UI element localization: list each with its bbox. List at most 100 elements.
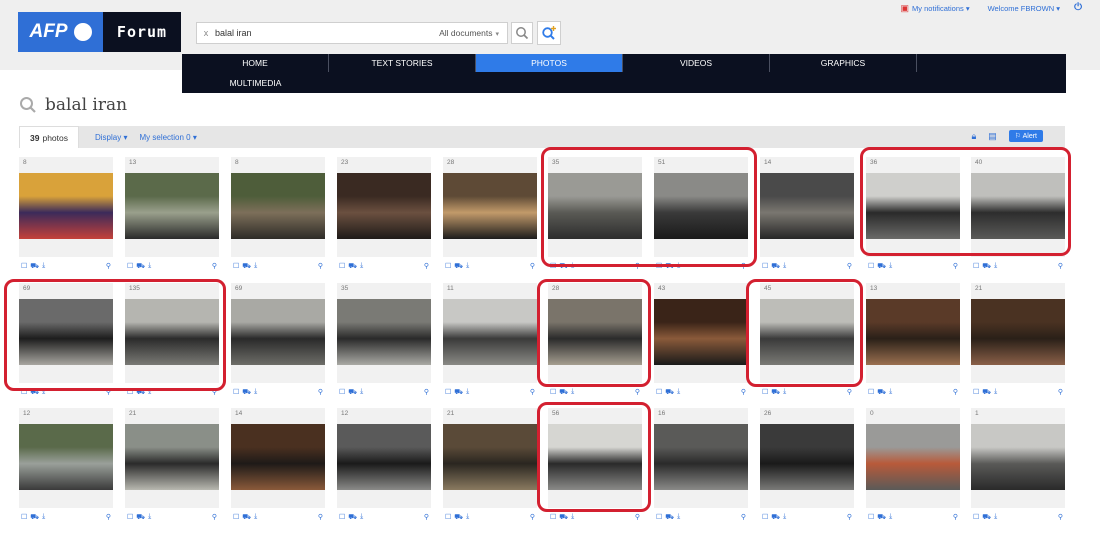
- select-checkbox-icon[interactable]: ☐: [233, 513, 239, 521]
- cart-icon[interactable]: ⛟: [136, 262, 145, 271]
- afp-forum-logo[interactable]: AFP Forum: [18, 12, 181, 52]
- photo-card[interactable]: 8 ☐ ⛟ ⤓ ⚲: [231, 157, 325, 273]
- similar-search-icon[interactable]: ⚲: [1058, 513, 1063, 521]
- search-button[interactable]: [511, 22, 533, 44]
- similar-search-icon[interactable]: ⚲: [212, 513, 217, 521]
- alert-button[interactable]: ⚐ Alert: [1008, 130, 1043, 142]
- nav-home[interactable]: HOME: [182, 54, 329, 72]
- cart-icon[interactable]: ⛟: [982, 513, 991, 522]
- photo-card[interactable]: 36 ☐ ⛟ ⤓ ⚲: [866, 157, 960, 273]
- photo-thumbnail[interactable]: [971, 173, 1065, 239]
- photo-thumbnail[interactable]: [866, 173, 960, 239]
- photo-card[interactable]: 35 ☐ ⛟ ⤓ ⚲: [337, 283, 431, 399]
- photo-card[interactable]: 13 ☐ ⛟ ⤓ ⚲: [125, 157, 219, 273]
- select-checkbox-icon[interactable]: ☐: [127, 262, 133, 270]
- nav-text-stories[interactable]: TEXT STORIES: [329, 54, 476, 72]
- photo-card[interactable]: 26 ☐ ⛟ ⤓ ⚲: [760, 408, 854, 524]
- select-checkbox-icon[interactable]: ☐: [445, 388, 451, 396]
- cart-icon[interactable]: ⛟: [348, 262, 357, 271]
- photo-card[interactable]: 45 ☐ ⛟ ⤓ ⚲: [760, 283, 854, 399]
- similar-search-icon[interactable]: ⚲: [530, 388, 535, 396]
- photo-thumbnail[interactable]: [337, 424, 431, 490]
- photo-card[interactable]: 12 ☐ ⛟ ⤓ ⚲: [19, 408, 113, 524]
- photo-thumbnail[interactable]: [19, 173, 113, 239]
- download-icon[interactable]: ⤓: [254, 388, 257, 396]
- download-icon[interactable]: ⤓: [994, 513, 997, 521]
- photo-card[interactable]: 21 ☐ ⛟ ⤓ ⚲: [125, 408, 219, 524]
- cart-icon[interactable]: ⛟: [665, 262, 674, 271]
- select-checkbox-icon[interactable]: ☐: [762, 388, 768, 396]
- cart-icon[interactable]: ⛟: [665, 388, 674, 397]
- cart-icon[interactable]: ⛟: [454, 262, 463, 271]
- similar-search-icon[interactable]: ⚲: [1058, 262, 1063, 270]
- cart-icon[interactable]: ⛟: [136, 513, 145, 522]
- cart-icon[interactable]: ⛟: [242, 262, 251, 271]
- select-checkbox-icon[interactable]: ☐: [762, 262, 768, 270]
- download-icon[interactable]: ⤓: [254, 262, 257, 270]
- photo-thumbnail[interactable]: [125, 424, 219, 490]
- similar-search-icon[interactable]: ⚲: [635, 262, 640, 270]
- download-icon[interactable]: ⤓: [889, 388, 892, 396]
- search-scope-select[interactable]: All documents ▾: [439, 28, 507, 38]
- cart-icon[interactable]: ⛟: [771, 513, 780, 522]
- similar-search-icon[interactable]: ⚲: [953, 513, 958, 521]
- photo-thumbnail[interactable]: [231, 299, 325, 365]
- select-checkbox-icon[interactable]: ☐: [233, 262, 239, 270]
- photo-thumbnail[interactable]: [866, 424, 960, 490]
- clear-search-icon[interactable]: x: [200, 28, 212, 38]
- photo-card[interactable]: 14 ☐ ⛟ ⤓ ⚲: [231, 408, 325, 524]
- photo-card[interactable]: 35 ☐ ⛟ ⤓ ⚲: [548, 157, 642, 273]
- download-icon[interactable]: ⤓: [148, 388, 151, 396]
- similar-search-icon[interactable]: ⚲: [847, 262, 852, 270]
- select-checkbox-icon[interactable]: ☐: [973, 513, 979, 521]
- photo-card[interactable]: 69 ☐ ⛟ ⤓ ⚲: [19, 283, 113, 399]
- photo-thumbnail[interactable]: [760, 424, 854, 490]
- nav-photos[interactable]: PHOTOS: [476, 54, 623, 72]
- select-checkbox-icon[interactable]: ☐: [656, 262, 662, 270]
- photo-card[interactable]: 21 ☐ ⛟ ⤓ ⚲: [971, 283, 1065, 399]
- photo-thumbnail[interactable]: [760, 173, 854, 239]
- cart-icon[interactable]: ⛟: [559, 388, 568, 397]
- similar-search-icon[interactable]: ⚲: [530, 262, 535, 270]
- similar-search-icon[interactable]: ⚲: [741, 388, 746, 396]
- cart-icon[interactable]: ⛟: [771, 388, 780, 397]
- photo-thumbnail[interactable]: [548, 424, 642, 490]
- similar-search-icon[interactable]: ⚲: [953, 388, 958, 396]
- select-checkbox-icon[interactable]: ☐: [21, 262, 27, 270]
- similar-search-icon[interactable]: ⚲: [635, 388, 640, 396]
- photo-card[interactable]: 56 ☐ ⛟ ⤓ ⚲: [548, 408, 642, 524]
- similar-search-icon[interactable]: ⚲: [1058, 388, 1063, 396]
- select-checkbox-icon[interactable]: ☐: [21, 513, 27, 521]
- photo-thumbnail[interactable]: [971, 424, 1065, 490]
- photo-card[interactable]: 21 ☐ ⛟ ⤓ ⚲: [443, 408, 537, 524]
- download-icon[interactable]: ⤓: [466, 388, 469, 396]
- cart-icon[interactable]: ⛟: [348, 513, 357, 522]
- photo-thumbnail[interactable]: [443, 299, 537, 365]
- select-checkbox-icon[interactable]: ☐: [550, 388, 556, 396]
- similar-search-icon[interactable]: ⚲: [106, 388, 111, 396]
- select-checkbox-icon[interactable]: ☐: [339, 388, 345, 396]
- select-checkbox-icon[interactable]: ☐: [445, 513, 451, 521]
- search-box[interactable]: x balal iran All documents ▾: [196, 22, 508, 44]
- photo-thumbnail[interactable]: [548, 173, 642, 239]
- photo-thumbnail[interactable]: [654, 299, 748, 365]
- download-icon[interactable]: ⤓: [42, 388, 45, 396]
- download-icon[interactable]: ⤓: [783, 388, 786, 396]
- similar-search-icon[interactable]: ⚲: [953, 262, 958, 270]
- cart-icon[interactable]: ⛟: [30, 513, 39, 522]
- cart-icon[interactable]: ⛟: [877, 513, 886, 522]
- similar-search-icon[interactable]: ⚲: [212, 388, 217, 396]
- select-checkbox-icon[interactable]: ☐: [550, 513, 556, 521]
- notifications-menu[interactable]: ▣ My notifications ▾: [901, 3, 970, 14]
- photo-thumbnail[interactable]: [19, 424, 113, 490]
- nav-multimedia[interactable]: MULTIMEDIA: [182, 74, 329, 92]
- select-checkbox-icon[interactable]: ☐: [127, 513, 133, 521]
- photo-thumbnail[interactable]: [231, 424, 325, 490]
- similar-search-icon[interactable]: ⚲: [741, 262, 746, 270]
- download-icon[interactable]: ⤓: [783, 262, 786, 270]
- photo-card[interactable]: 16 ☐ ⛟ ⤓ ⚲: [654, 408, 748, 524]
- photo-thumbnail[interactable]: [125, 173, 219, 239]
- photo-thumbnail[interactable]: [654, 173, 748, 239]
- cart-icon[interactable]: ⛟: [30, 388, 39, 397]
- select-checkbox-icon[interactable]: ☐: [656, 513, 662, 521]
